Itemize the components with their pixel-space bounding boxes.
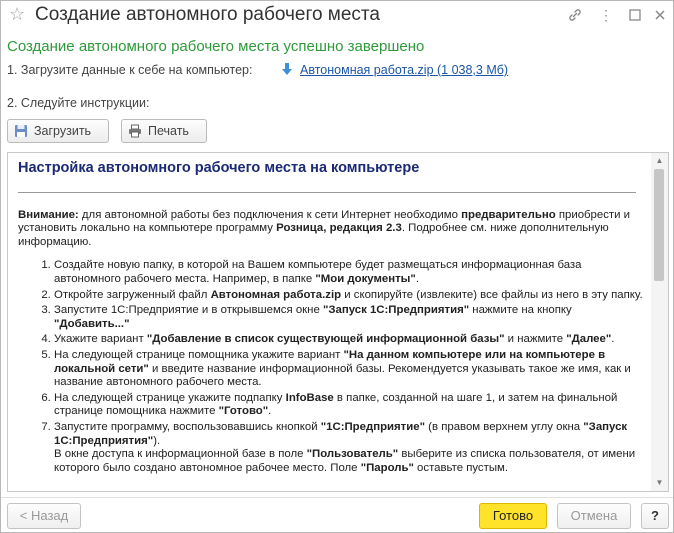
list-item: На следующей странице укажите подпапку I… [54,392,646,419]
done-button[interactable]: Готово [479,503,547,529]
heading-divider [18,191,636,193]
vertical-scrollbar[interactable]: ▲ ▼ [651,153,668,491]
download-archive-link[interactable]: Автономная работа.zip (1 038,3 Мб) [300,63,508,77]
instructions-document[interactable]: Настройка автономного рабочего места на … [7,152,669,492]
window-title: Создание автономного рабочего места [35,4,380,25]
cancel-button[interactable]: Отмена [557,503,631,529]
print-button-label: Печать [148,124,189,138]
list-item: Откройте загруженный файл Автономная раб… [54,289,646,303]
printer-icon [128,124,142,138]
list-item: На следующей странице помощника укажите … [54,349,646,390]
download-arrow-icon [279,61,295,77]
download-button[interactable]: Загрузить [7,119,109,143]
footer-divider [1,497,673,498]
list-item: Создайте новую папку, в которой на Вашем… [54,259,646,286]
scroll-down-icon[interactable]: ▼ [651,476,668,490]
scrollbar-thumb[interactable] [654,169,664,281]
list-item: Запустите 1С:Предприятие и в открывшемся… [54,304,646,331]
back-button[interactable]: < Назад [7,503,81,529]
save-disk-icon [14,124,28,138]
link-icon[interactable] [567,7,583,23]
star-icon[interactable]: ☆ [9,4,25,25]
close-icon[interactable] [652,7,668,23]
print-button[interactable]: Печать [121,119,207,143]
steps-list: Создайте новую папку, в которой на Вашем… [16,259,646,475]
attention-note: Внимание: для автономной работы без подк… [18,208,631,248]
title-bar: ☆ Создание автономного рабочего места ⋮ [1,1,673,29]
scroll-up-icon[interactable]: ▲ [651,154,668,168]
download-button-label: Загрузить [34,124,92,138]
list-item: Укажите вариант "Добавление в список сущ… [54,333,646,347]
instructions-content: Настройка автономного рабочего места на … [16,153,646,477]
step2-label: 2. Следуйте инструкции: [7,96,150,110]
help-button[interactable]: ? [641,503,669,529]
success-message: Создание автономного рабочего места успе… [7,38,425,55]
list-item: Запустите программу, воспользовавшись кн… [54,421,646,475]
more-icon[interactable]: ⋮ [598,7,614,23]
wizard-window: ☆ Создание автономного рабочего места ⋮ … [0,0,674,533]
step1-label: 1. Загрузите данные к себе на компьютер: [7,63,253,77]
maximize-icon[interactable] [627,7,643,23]
instructions-heading: Настройка автономного рабочего места на … [18,160,420,176]
